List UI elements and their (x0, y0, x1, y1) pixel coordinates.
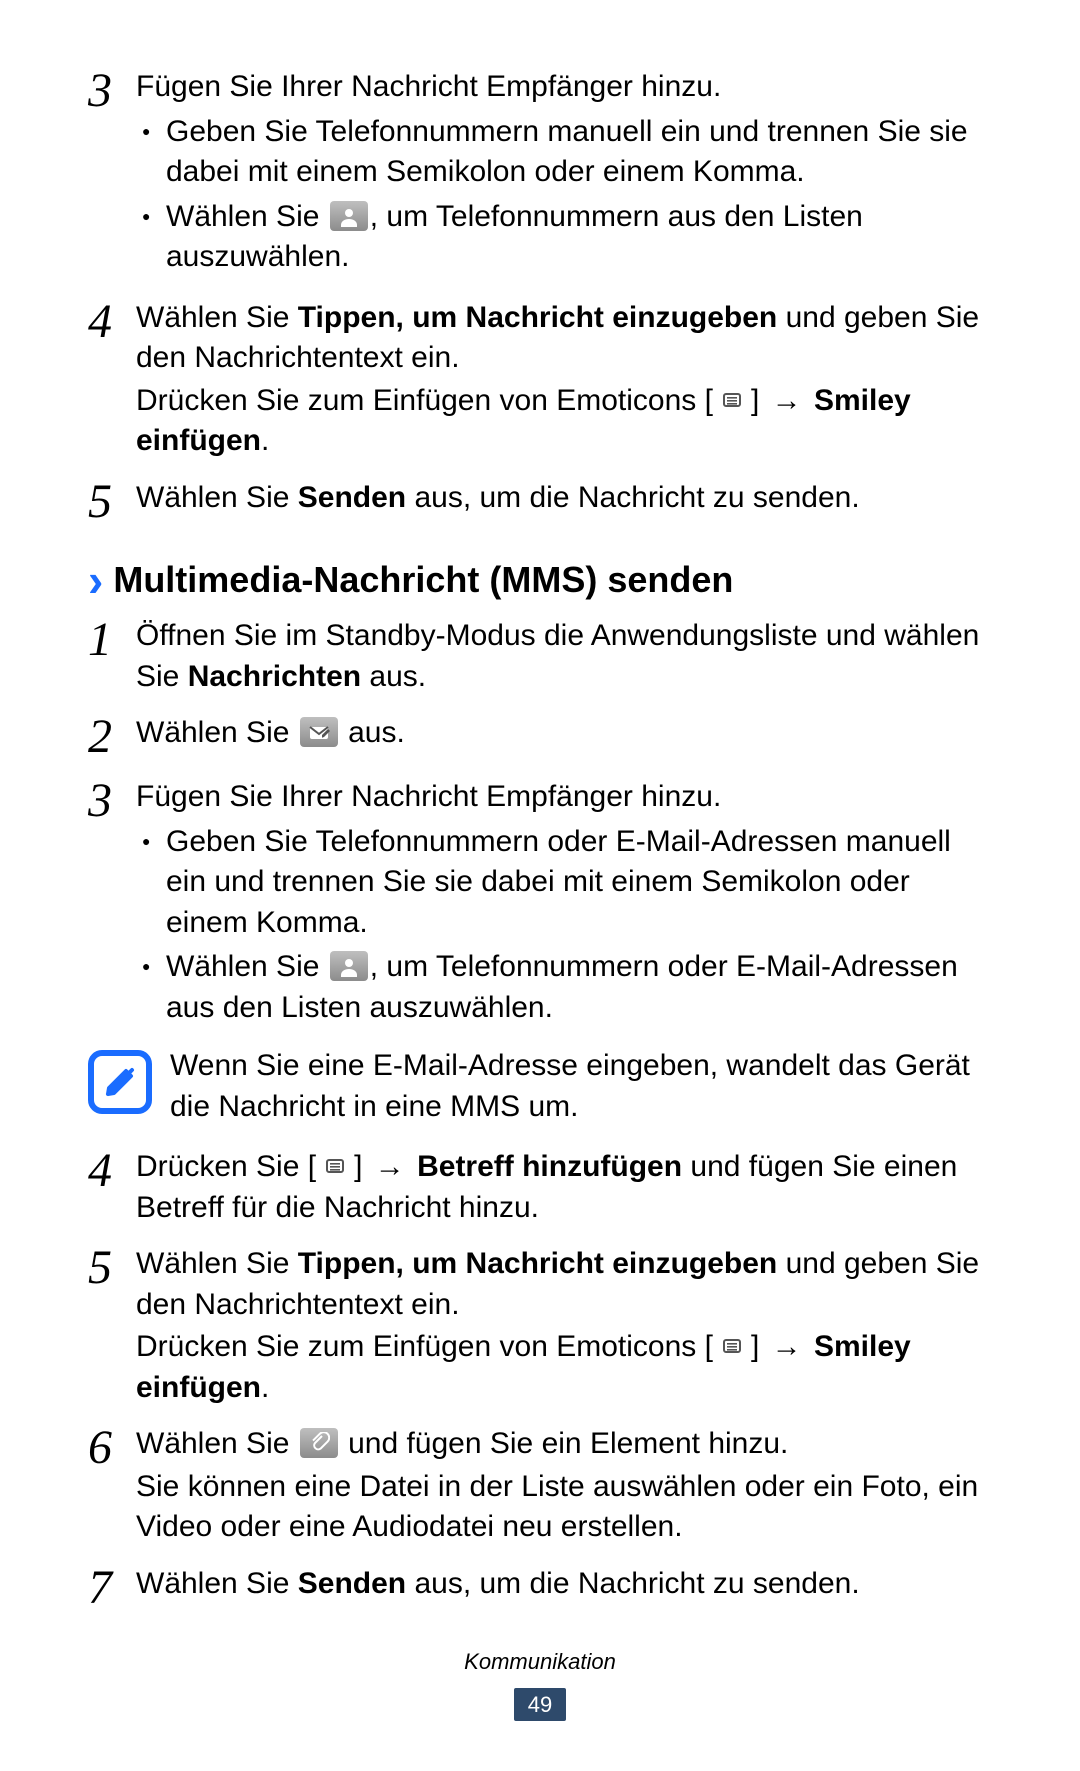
bullet-item: ●Geben Sie Telefonnummern manuell ein un… (142, 112, 992, 193)
step: 5Wählen Sie Senden aus, um die Nachricht… (88, 476, 992, 526)
step-number: 4 (88, 296, 136, 346)
step-line: Wählen Sie und fügen Sie ein Element hin… (136, 1424, 992, 1465)
step-line: Drücken Sie zum Einfügen von Emoticons [… (136, 381, 992, 462)
bullet-dot: ● (142, 947, 166, 976)
step-line: Wählen Sie Tippen, um Nachricht einzugeb… (136, 1244, 992, 1325)
step-number: 3 (88, 775, 136, 825)
page-number: 49 (514, 1688, 566, 1722)
step-line: Drücken Sie zum Einfügen von Emoticons [… (136, 1327, 992, 1408)
contact-icon (330, 201, 368, 231)
step-line: Wählen Sie Tippen, um Nachricht einzugeb… (136, 298, 992, 379)
step-line: Wählen Sie aus. (136, 713, 992, 754)
note-callout: Wenn Sie eine E-Mail-Adresse eingeben, w… (88, 1046, 992, 1127)
step-number: 1 (88, 614, 136, 664)
note-text: Wenn Sie eine E-Mail-Adresse eingeben, w… (170, 1046, 992, 1127)
step-number: 7 (88, 1562, 136, 1612)
menu-icon (318, 1151, 352, 1181)
compose-icon (300, 717, 338, 747)
step: 4Wählen Sie Tippen, um Nachricht einzuge… (88, 296, 992, 462)
step: 3Fügen Sie Ihrer Nachricht Empfänger hin… (88, 65, 992, 282)
note-icon (88, 1050, 152, 1114)
step-line: Sie können eine Datei in der Liste auswä… (136, 1467, 992, 1548)
step: 4Drücken Sie [] → Betreff hinzufügen und… (88, 1145, 992, 1228)
step: 1Öffnen Sie im Standby-Modus die Anwendu… (88, 614, 992, 697)
bullet-item: ●Wählen Sie , um Telefonnummern aus den … (142, 197, 992, 278)
bullet-dot: ● (142, 197, 166, 226)
footer-section: Kommunikation (0, 1647, 1080, 1677)
step-line: Wählen Sie Senden aus, um die Nachricht … (136, 478, 992, 519)
menu-icon (715, 385, 749, 415)
manual-page: 3Fügen Sie Ihrer Nachricht Empfänger hin… (0, 0, 1080, 1771)
step-number: 3 (88, 65, 136, 115)
step: 2Wählen Sie aus. (88, 711, 992, 761)
bullet-dot: ● (142, 112, 166, 141)
contact-icon (330, 951, 368, 981)
step-number: 5 (88, 476, 136, 526)
step-number: 2 (88, 711, 136, 761)
step-line: Drücken Sie [] → Betreff hinzufügen und … (136, 1147, 992, 1228)
section-title: Multimedia-Nachricht (MMS) senden (113, 556, 733, 605)
step-line: Öffnen Sie im Standby-Modus die Anwendun… (136, 616, 992, 697)
step-number: 5 (88, 1242, 136, 1292)
step-line: Fügen Sie Ihrer Nachricht Empfänger hinz… (136, 777, 992, 818)
step: 6Wählen Sie und fügen Sie ein Element hi… (88, 1422, 992, 1548)
bullet-item: ●Wählen Sie , um Telefonnummern oder E-M… (142, 947, 992, 1028)
chevron-icon: › (88, 557, 103, 603)
section-heading: › Multimedia-Nachricht (MMS) senden (88, 556, 992, 605)
step: 3Fügen Sie Ihrer Nachricht Empfänger hin… (88, 775, 992, 1032)
step-number: 4 (88, 1145, 136, 1195)
menu-icon (715, 1331, 749, 1361)
step-line: Wählen Sie Senden aus, um die Nachricht … (136, 1564, 992, 1605)
bullet-dot: ● (142, 822, 166, 851)
step-number: 6 (88, 1422, 136, 1472)
bullet-item: ●Geben Sie Telefonnummern oder E-Mail-Ad… (142, 822, 992, 944)
step: 7Wählen Sie Senden aus, um die Nachricht… (88, 1562, 992, 1612)
step-line: Fügen Sie Ihrer Nachricht Empfänger hinz… (136, 67, 992, 108)
page-footer: Kommunikation 49 (0, 1647, 1080, 1723)
step: 5Wählen Sie Tippen, um Nachricht einzuge… (88, 1242, 992, 1408)
attach-icon (300, 1428, 338, 1458)
